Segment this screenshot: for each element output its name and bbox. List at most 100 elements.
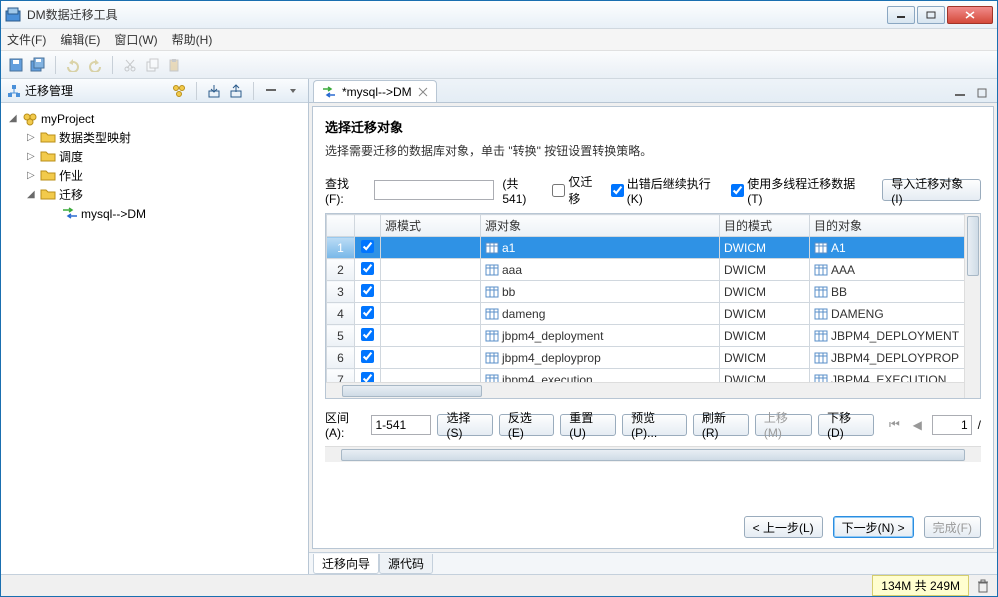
table-row[interactable]: 3bbDWICMBB xyxy=(327,281,980,303)
collapse-arrow-icon[interactable]: ▷ xyxy=(27,132,37,143)
right-panel: *mysql-->DM 选择迁移对象 选择需要迁移的数据库对象，单击 "转换" … xyxy=(309,79,997,574)
app-icon xyxy=(5,7,21,23)
tab-close-icon[interactable] xyxy=(418,87,428,97)
page-heading: 选择迁移对象 xyxy=(325,117,981,136)
cut-icon[interactable] xyxy=(121,56,139,74)
memory-status: 134M 共 249M xyxy=(872,575,969,596)
tree-label: 作业 xyxy=(59,167,83,184)
row-checkbox[interactable] xyxy=(361,284,374,297)
range-label: 区间(A): xyxy=(325,409,365,440)
menu-file[interactable]: 文件(F) xyxy=(7,31,46,48)
vertical-scrollbar[interactable] xyxy=(964,214,980,398)
close-button[interactable] xyxy=(947,6,993,24)
total-count: (共 541) xyxy=(502,175,544,206)
import-icon[interactable] xyxy=(205,82,223,100)
move-down-button[interactable]: 下移(D) xyxy=(818,414,874,436)
row-checkbox[interactable] xyxy=(361,306,374,319)
refresh-button[interactable]: 刷新(R) xyxy=(693,414,749,436)
menu-bar: 文件(F) 编辑(E) 窗口(W) 帮助(H) xyxy=(1,29,997,51)
save-all-icon[interactable] xyxy=(29,56,47,74)
maximize-button[interactable] xyxy=(917,6,945,24)
tab-source[interactable]: 源代码 xyxy=(379,554,433,574)
col-dest-schema[interactable]: 目的模式 xyxy=(720,215,810,237)
first-page-icon[interactable]: ⏮ xyxy=(886,416,903,434)
tree-label: 迁移 xyxy=(59,186,83,203)
table-row[interactable]: 6jbpm4_deploypropDWICMJBPM4_DEPLOYPROP xyxy=(327,347,980,369)
redo-icon[interactable] xyxy=(86,56,104,74)
move-up-button[interactable]: 上移(M) xyxy=(755,414,812,436)
preview-button[interactable]: 预览(P)... xyxy=(622,414,687,436)
menu-edit[interactable]: 编辑(E) xyxy=(60,31,100,48)
search-input[interactable] xyxy=(374,180,494,200)
editor-tabs: *mysql-->DM xyxy=(309,79,997,103)
tree-label: 调度 xyxy=(59,148,83,165)
collapse-icon[interactable] xyxy=(262,82,280,100)
select-button[interactable]: 选择(S) xyxy=(437,414,492,436)
trash-icon[interactable] xyxy=(977,579,989,593)
bottom-tabs: 迁移向导 源代码 xyxy=(309,552,997,574)
save-icon[interactable] xyxy=(7,56,25,74)
invert-button[interactable]: 反选(E) xyxy=(499,414,554,436)
objects-table: 源模式 源对象 目的模式 目的对象 1a1DWICMA12aaaDWICMAAA… xyxy=(325,213,981,399)
page-scrollbar[interactable] xyxy=(325,446,981,462)
chk-multithread[interactable]: 使用多线程迁移数据(T) xyxy=(731,175,866,206)
col-dest-object[interactable]: 目的对象 xyxy=(810,215,980,237)
undo-icon[interactable] xyxy=(64,56,82,74)
search-label: 查找(F): xyxy=(325,175,366,206)
left-panel: 迁移管理 ◢ myProject ▷ 数据类型映射 ▷ 调度 xyxy=(1,79,309,574)
project-icon xyxy=(22,112,38,126)
next-step-button[interactable]: 下一步(N) > xyxy=(833,516,914,538)
folder-icon xyxy=(40,188,56,202)
paste-icon[interactable] xyxy=(165,56,183,74)
collapse-arrow-icon[interactable]: ▷ xyxy=(27,170,37,181)
row-checkbox[interactable] xyxy=(361,350,374,363)
tab-wizard[interactable]: 迁移向导 xyxy=(313,554,379,574)
tab-mysql-dm[interactable]: *mysql-->DM xyxy=(313,80,437,102)
table-row[interactable]: 5jbpm4_deploymentDWICMJBPM4_DEPLOYMENT xyxy=(327,325,980,347)
tree-item-schedule[interactable]: ▷ 调度 xyxy=(5,147,304,166)
tree-item-type-map[interactable]: ▷ 数据类型映射 xyxy=(5,128,304,147)
minimize-button[interactable] xyxy=(887,6,915,24)
col-source-schema[interactable]: 源模式 xyxy=(381,215,481,237)
range-input[interactable] xyxy=(371,415,431,435)
main-toolbar xyxy=(1,51,997,79)
reset-button[interactable]: 重置(U) xyxy=(560,414,616,436)
col-source-object[interactable]: 源对象 xyxy=(481,215,720,237)
page-input[interactable] xyxy=(932,415,972,435)
horizontal-scrollbar[interactable] xyxy=(326,382,964,398)
tab-maximize-icon[interactable] xyxy=(973,84,991,102)
copy-icon[interactable] xyxy=(143,56,161,74)
chk-continue-on-error[interactable]: 出错后继续执行(K) xyxy=(611,175,723,206)
finish-button[interactable]: 完成(F) xyxy=(924,516,981,538)
collapse-arrow-icon[interactable]: ▷ xyxy=(27,151,37,162)
menu-window[interactable]: 窗口(W) xyxy=(114,31,157,48)
expand-arrow-icon[interactable]: ◢ xyxy=(27,189,37,200)
tree-project[interactable]: ◢ myProject xyxy=(5,109,304,128)
menu-help[interactable]: 帮助(H) xyxy=(172,31,213,48)
row-checkbox[interactable] xyxy=(361,240,374,253)
row-checkbox[interactable] xyxy=(361,262,374,275)
tree-migration-mysql-dm[interactable]: mysql-->DM xyxy=(5,204,304,223)
folder-icon xyxy=(40,169,56,183)
folder-icon xyxy=(40,131,56,145)
status-bar: 134M 共 249M xyxy=(1,574,997,596)
tab-minimize-icon[interactable] xyxy=(951,84,969,102)
window-title: DM数据迁移工具 xyxy=(27,6,887,23)
table-row[interactable]: 2aaaDWICMAAA xyxy=(327,259,980,281)
row-checkbox[interactable] xyxy=(361,328,374,341)
prev-step-button[interactable]: < 上一步(L) xyxy=(744,516,823,538)
tree-item-job[interactable]: ▷ 作业 xyxy=(5,166,304,185)
migration-icon xyxy=(322,86,336,98)
import-objects-button[interactable]: 导入迁移对象(I) xyxy=(882,179,981,201)
export-icon[interactable] xyxy=(227,82,245,100)
expand-arrow-icon[interactable]: ◢ xyxy=(9,113,19,124)
link-icon[interactable] xyxy=(170,82,188,100)
tree-label: 数据类型映射 xyxy=(59,129,131,146)
chk-only-migration[interactable]: 仅迁移 xyxy=(552,173,602,207)
pane-title: 迁移管理 xyxy=(25,82,166,99)
tree-item-migration[interactable]: ◢ 迁移 xyxy=(5,185,304,204)
dropdown-icon[interactable] xyxy=(284,82,302,100)
table-row[interactable]: 1a1DWICMA1 xyxy=(327,237,980,259)
prev-page-icon[interactable]: ◀ xyxy=(909,416,926,434)
table-row[interactable]: 4damengDWICMDAMENG xyxy=(327,303,980,325)
